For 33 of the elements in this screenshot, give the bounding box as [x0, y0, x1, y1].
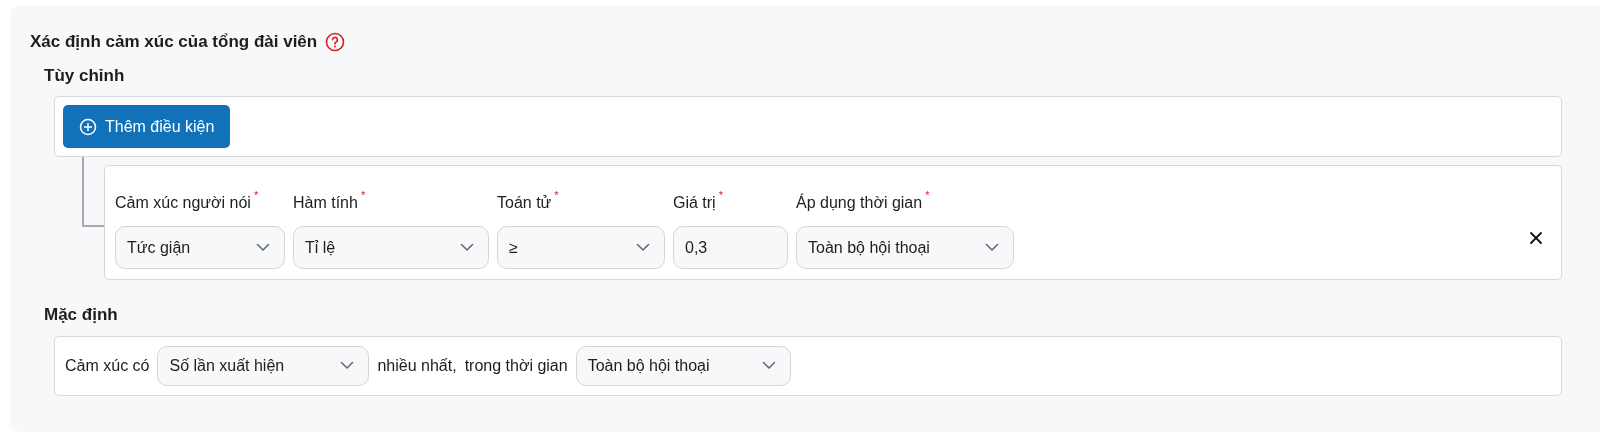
dropdown-select[interactable]: ≥ — [497, 226, 665, 269]
dropdown-select[interactable]: Toàn bộ hội thoại — [575, 345, 791, 386]
sentence-text: Cảm xúc có — [65, 355, 150, 376]
add-condition-button[interactable]: Thêm điều kiện — [63, 105, 231, 148]
chevron-down-icon — [985, 243, 999, 252]
chevron-down-icon — [340, 361, 355, 370]
dropdown-select[interactable]: Số lần xuất hiện — [157, 345, 370, 386]
dropdown-select[interactable]: Tỉ lệ — [293, 226, 489, 269]
required-mark: * — [718, 188, 723, 202]
chevron-down-icon — [256, 243, 270, 252]
required-mark: * — [925, 188, 930, 202]
required-mark: * — [554, 188, 559, 202]
close-icon — [1529, 231, 1543, 246]
chevron-down-icon — [761, 361, 776, 370]
value-input[interactable]: 0,3 — [673, 226, 788, 269]
sentence-text: trong thời gian — [464, 355, 568, 376]
field-label: Áp dụng thời gian — [796, 192, 923, 213]
field-label: Cảm xúc người nói — [115, 193, 251, 213]
field-label: Hàm tính — [293, 193, 358, 213]
dropdown-select[interactable]: Toàn bộ hội thoại — [796, 226, 1014, 269]
chevron-down-icon — [636, 243, 650, 252]
chevron-down-icon — [460, 243, 474, 252]
help-icon[interactable] — [325, 31, 346, 52]
section-heading: Mặc định — [44, 304, 119, 326]
plus-circle-icon — [79, 117, 97, 136]
section-title: Xác định cảm xúc của tổng đài viên — [30, 31, 318, 53]
sentence-text: nhiều nhất, — [377, 355, 457, 376]
required-mark: * — [253, 188, 259, 202]
dropdown-select[interactable]: Tức giận — [115, 226, 285, 269]
field-label: Toán tử — [497, 193, 552, 213]
section-heading: Tùy chỉnh — [44, 64, 126, 87]
required-mark: * — [360, 188, 366, 202]
field-label: Giá trị — [673, 193, 716, 213]
